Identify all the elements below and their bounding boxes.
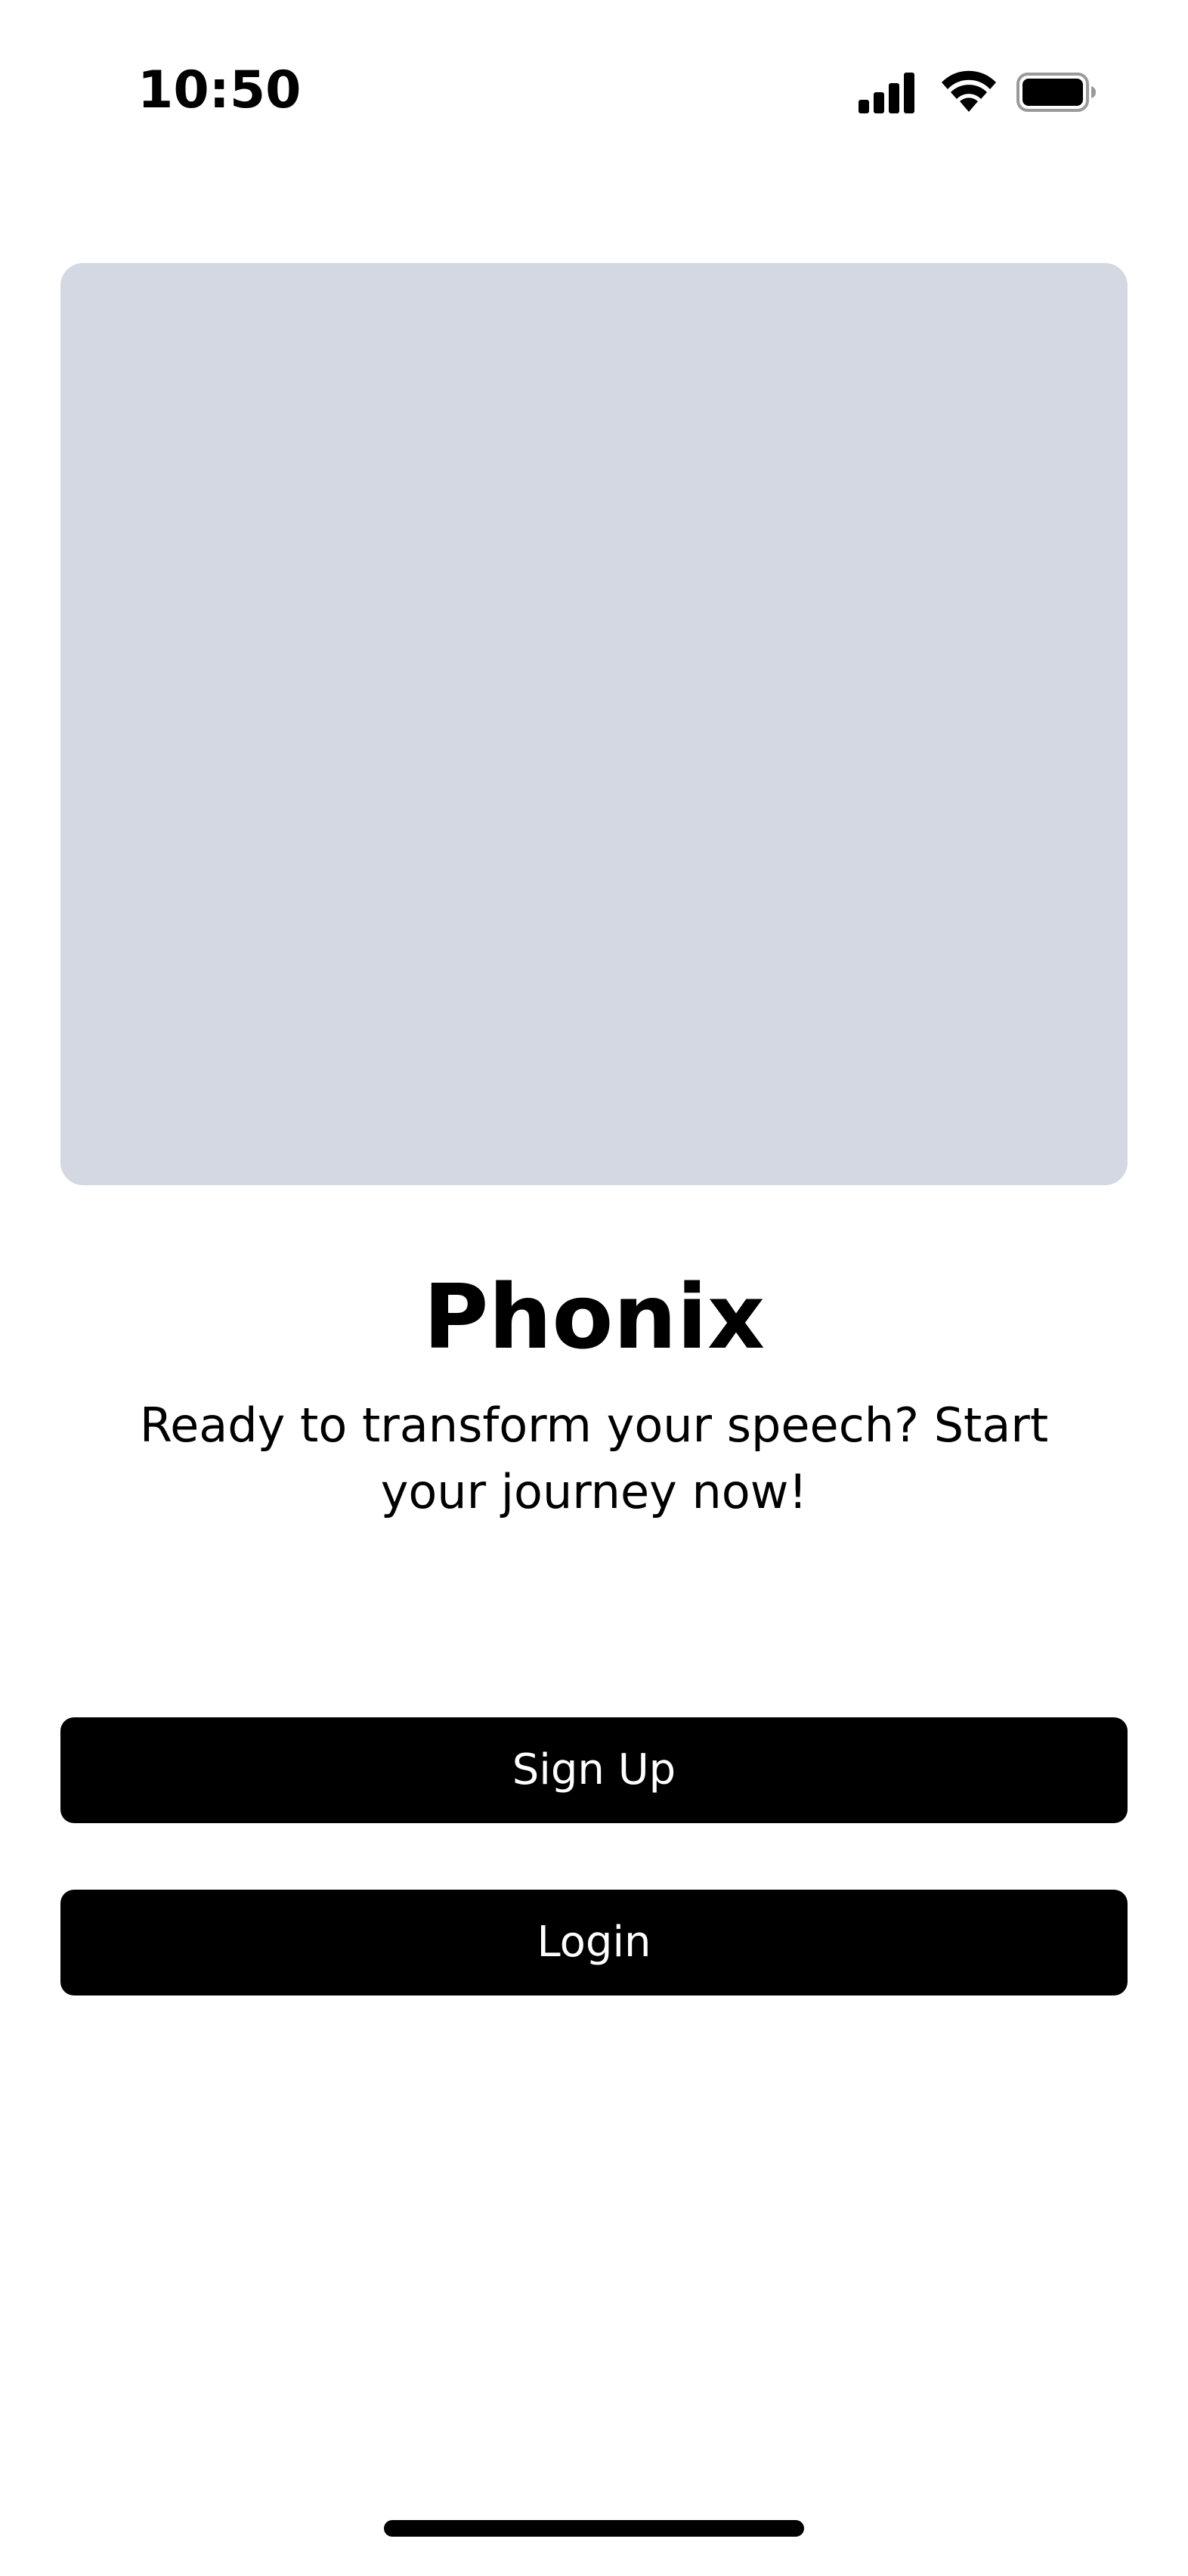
login-button[interactable]: Login — [60, 1890, 1128, 1995]
status-time: 10:50 — [138, 60, 302, 120]
cellular-signal-icon — [859, 73, 914, 113]
battery-icon — [1016, 73, 1096, 112]
status-icons — [852, 70, 1096, 118]
hero-image-placeholder — [60, 263, 1128, 1185]
status-bar: 10:50 — [0, 0, 1188, 181]
home-indicator[interactable] — [384, 2520, 804, 2537]
sign-up-button[interactable]: Sign Up — [60, 1717, 1128, 1823]
tagline: Ready to transform your speech? Start yo… — [139, 1398, 1049, 1519]
app-title: Phonix — [422, 1265, 766, 1369]
wifi-icon — [942, 70, 996, 112]
